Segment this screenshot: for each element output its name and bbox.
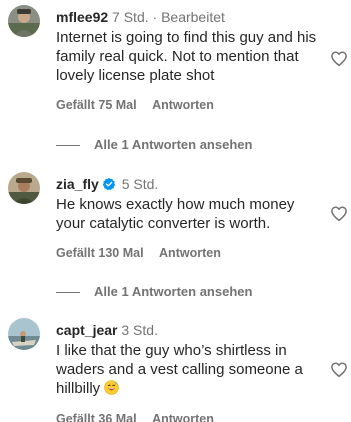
comment-text: He knows exactly how much money your cat… — [56, 196, 295, 232]
view-replies-button[interactable]: Alle 1 Antworten ansehen — [56, 137, 252, 152]
comment-actions: Gefällt 75 Mal Antworten — [56, 98, 214, 112]
view-replies-button[interactable]: Alle 1 Antworten ansehen — [56, 284, 252, 299]
like-count[interactable]: Gefällt 75 Mal — [56, 98, 137, 112]
username[interactable]: zia_fly — [56, 176, 99, 192]
avatar-photo-icon — [8, 5, 40, 37]
verified-badge-icon — [102, 177, 116, 195]
like-button[interactable] — [330, 50, 348, 68]
grinning-sweat-emoji-icon — [104, 380, 120, 395]
comment-header: zia_fly 5 Std. — [56, 175, 158, 195]
comment-actions: Gefällt 36 Mal Antworten — [56, 412, 214, 422]
avatar[interactable] — [8, 318, 40, 350]
view-replies-label: Alle 1 Antworten ansehen — [94, 284, 253, 299]
reply-button[interactable]: Antworten — [152, 412, 214, 422]
avatar-photo-icon — [8, 318, 40, 350]
avatar[interactable] — [8, 172, 40, 204]
like-button[interactable] — [330, 205, 348, 223]
timestamp: 5 Std. — [121, 176, 159, 192]
comment-header: capt_jear 3 Std. — [56, 321, 158, 339]
like-count[interactable]: Gefällt 36 Mal — [56, 412, 137, 422]
comment-text: I like that the guy who’s shirtless in w… — [56, 341, 318, 398]
reply-button[interactable]: Antworten — [159, 246, 221, 260]
divider-line — [56, 145, 80, 147]
view-replies-label: Alle 1 Antworten ansehen — [94, 137, 253, 152]
avatar-photo-icon — [8, 172, 40, 204]
heart-outline-icon — [331, 362, 347, 378]
comment-actions: Gefällt 130 Mal Antworten — [56, 246, 221, 260]
heart-outline-icon — [331, 51, 347, 67]
comment-text-content: I like that the guy who’s shirtless in w… — [56, 342, 303, 397]
reply-button[interactable]: Antworten — [152, 98, 214, 112]
timestamp: 7 Std. · Bearbeitet — [112, 9, 225, 25]
avatar[interactable] — [8, 5, 40, 37]
like-button[interactable] — [330, 361, 348, 379]
like-count[interactable]: Gefällt 130 Mal — [56, 246, 144, 260]
comment-header: mflee92 7 Std. · Bearbeitet — [56, 8, 225, 26]
timestamp: 3 Std. — [121, 322, 158, 338]
username[interactable]: mflee92 — [56, 9, 108, 25]
comment-text: Internet is going to find this guy and h… — [56, 29, 317, 84]
heart-outline-icon — [331, 206, 347, 222]
divider-line — [56, 292, 80, 294]
username[interactable]: capt_jear — [56, 322, 117, 338]
